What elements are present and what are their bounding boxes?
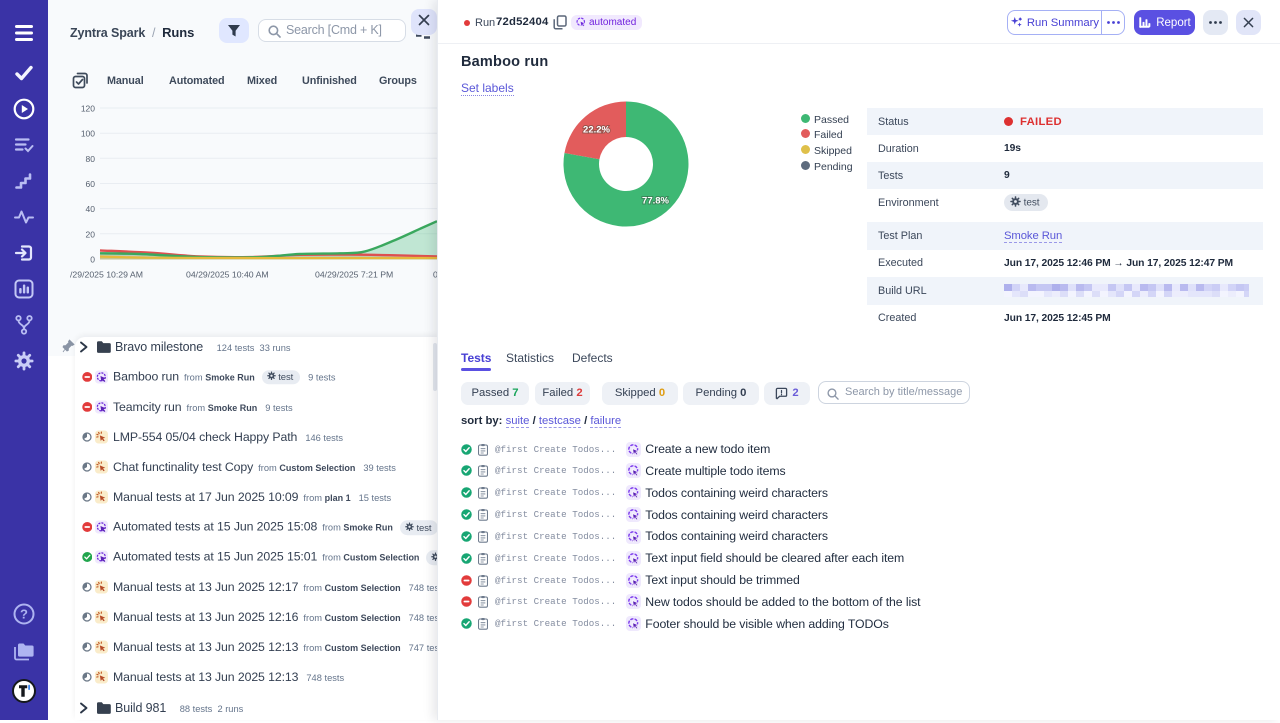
- svg-text:20: 20: [86, 229, 96, 239]
- svg-text:04/29/2025 7:21 PM: 04/29/2025 7:21 PM: [315, 270, 393, 280]
- svg-text:22.2%: 22.2%: [583, 125, 610, 136]
- svg-text:100: 100: [81, 129, 95, 139]
- svg-text:/29/2025 10:29 AM: /29/2025 10:29 AM: [70, 270, 143, 280]
- svg-text:77.8%: 77.8%: [642, 195, 669, 206]
- svg-text:60: 60: [86, 179, 96, 189]
- svg-text:40: 40: [86, 204, 96, 214]
- svg-text:0: 0: [90, 255, 95, 265]
- svg-text:80: 80: [86, 154, 96, 164]
- svg-text:120: 120: [81, 104, 95, 114]
- svg-text:?: ?: [20, 607, 28, 622]
- svg-text:04/29/2025 10:40 AM: 04/29/2025 10:40 AM: [186, 270, 269, 280]
